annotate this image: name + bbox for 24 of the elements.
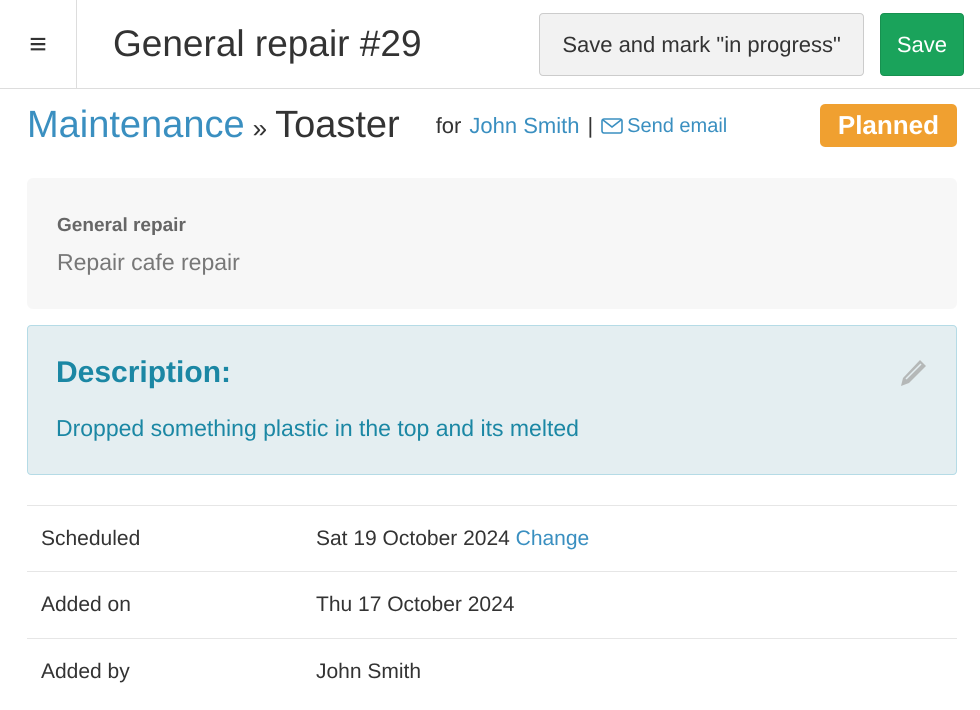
summary-title: General repair [57,214,186,238]
divider-text: | [587,112,594,140]
summary-subtitle: Repair cafe repair [57,248,240,277]
detail-value: John Smith [316,660,422,682]
save-button[interactable]: Save [880,12,964,76]
detail-value: Sat 19 October 2024 [316,526,510,550]
description-heading: Description: [56,355,232,391]
breadcrumb-link[interactable]: Maintenance [27,97,245,154]
envelope-icon [601,118,624,134]
detail-value: Thu 17 October 2024 [316,593,514,616]
pencil-icon[interactable] [898,358,928,388]
detail-label: Added on [41,593,131,616]
breadcrumb-separator: » [252,112,268,145]
save-progress-button[interactable]: Save and mark "in progress" [539,12,864,76]
description-text: Dropped something plastic in the top and its melted [56,414,580,443]
change-link[interactable]: Change [516,526,590,550]
status-badge: Planned [820,104,957,147]
detail-label: Added by [41,660,130,682]
breadcrumb-current: Toaster [275,103,400,148]
detail-label: Scheduled [41,526,140,550]
page-title: General repair #29 [113,22,422,66]
customer-link[interactable]: John Smith [469,109,580,142]
send-email-link[interactable]: Send email [601,110,728,140]
customer-prefix: for [436,112,462,140]
